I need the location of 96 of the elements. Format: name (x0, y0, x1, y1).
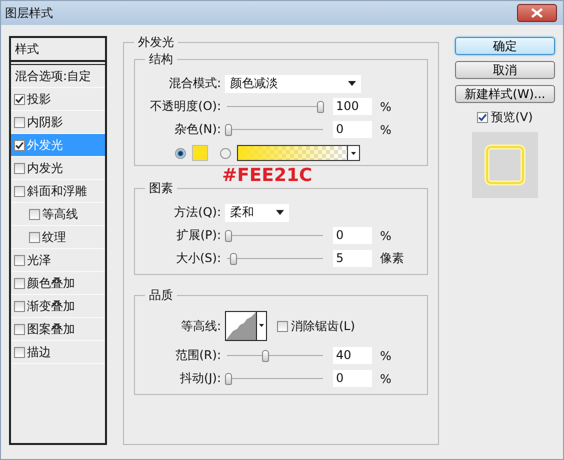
dialog-button[interactable]: 新建样式(W)... (455, 85, 555, 103)
checkbox-label: 预览(V) (491, 109, 533, 126)
value-field[interactable]: 5 (333, 250, 372, 267)
unit-label: % (380, 372, 392, 386)
value-field[interactable]: 0 (333, 227, 372, 244)
checkbox[interactable] (477, 112, 488, 123)
group-title: 外发光 (134, 34, 178, 51)
field-label: 范围(R): (174, 347, 222, 364)
style-label: 混合选项:自定 (15, 68, 92, 84)
checkbox[interactable] (14, 346, 25, 358)
slider[interactable] (225, 228, 325, 242)
checkbox[interactable] (29, 232, 40, 242)
style-label: 投影 (27, 90, 51, 108)
style-item[interactable]: 内发光 (11, 157, 105, 180)
close-button[interactable] (517, 4, 557, 22)
style-item[interactable]: 混合选项:自定 (11, 64, 105, 88)
field-label: 扩展(P): (175, 227, 222, 244)
unit-label: 像素 (380, 250, 404, 267)
section-title: 品质 (145, 287, 177, 304)
slider[interactable] (225, 252, 325, 266)
style-label: 内阴影 (27, 114, 63, 130)
field-label: 不透明度(O): (149, 98, 222, 115)
style-label: 内发光 (27, 160, 63, 176)
window-title: 图层样式 (5, 4, 53, 22)
style-item[interactable]: 描边 (11, 341, 105, 364)
slider-thumb[interactable] (225, 124, 232, 136)
style-item[interactable]: 投影 (11, 88, 105, 111)
unit-label: % (380, 348, 392, 362)
value-field[interactable]: 100 (333, 98, 372, 115)
contour-picker[interactable] (225, 311, 267, 341)
style-label: 描边 (27, 344, 51, 360)
checkbox[interactable] (14, 94, 25, 104)
value-field[interactable]: 0 (333, 121, 372, 138)
field-label: 等高线: (180, 318, 222, 334)
dropdown[interactable]: 柔和 (225, 204, 289, 222)
section-title: 图素 (145, 180, 177, 197)
style-item[interactable]: 等高线 (11, 203, 105, 226)
dropdown[interactable]: 颜色减淡 (225, 74, 361, 92)
style-label: 纹理 (42, 228, 66, 246)
value-field[interactable]: 40 (333, 347, 372, 364)
caret-icon (348, 81, 356, 86)
slider[interactable] (225, 122, 325, 136)
checkbox-label: 消除锯齿(L) (291, 318, 356, 334)
slider-thumb[interactable] (225, 230, 232, 242)
color-swatch[interactable] (192, 145, 208, 161)
unit-label: % (380, 122, 392, 136)
style-label: 颜色叠加 (27, 274, 75, 292)
style-label: 光泽 (27, 252, 51, 268)
field-label: 混合模式: (168, 75, 222, 92)
gradient-picker[interactable] (237, 145, 360, 161)
style-item[interactable]: 渐变叠加 (11, 295, 105, 318)
slider[interactable] (225, 372, 325, 386)
field-label: 杂色(N): (174, 121, 222, 138)
section-title: 结构 (145, 51, 177, 68)
unit-label: % (380, 228, 392, 242)
annotation: #FEE21C (222, 166, 312, 186)
radio-button[interactable] (175, 148, 186, 158)
style-item[interactable]: 光泽 (11, 249, 105, 272)
checkbox[interactable] (14, 116, 25, 128)
caret-icon (276, 210, 284, 215)
field-label: 抖动(J): (179, 370, 222, 387)
checkbox[interactable] (14, 162, 25, 174)
field-label: 方法(Q): (173, 204, 222, 221)
radio-button[interactable] (220, 148, 231, 158)
style-label: 斜面和浮雕 (27, 182, 87, 200)
slider[interactable] (225, 100, 325, 114)
checkbox[interactable] (14, 300, 25, 312)
slider-thumb[interactable] (225, 372, 232, 384)
style-item[interactable]: 图案叠加 (11, 318, 105, 341)
slider-thumb[interactable] (317, 100, 324, 112)
style-item[interactable]: 纹理 (11, 226, 105, 249)
preview-thumbnail (472, 132, 538, 198)
style-label: 外发光 (27, 136, 63, 154)
style-item[interactable]: 斜面和浮雕 (11, 180, 105, 203)
list-header: 样式 (11, 38, 105, 62)
field-label: 大小(S): (174, 250, 222, 267)
style-label: 渐变叠加 (27, 298, 75, 314)
checkbox[interactable] (14, 324, 25, 334)
close-icon (531, 8, 543, 18)
checkbox[interactable] (14, 278, 25, 288)
checkbox[interactable] (29, 208, 40, 220)
style-label: 图案叠加 (27, 320, 75, 338)
checkbox[interactable] (277, 320, 288, 332)
style-label: 等高线 (42, 206, 78, 222)
slider-thumb[interactable] (230, 252, 237, 264)
dialog-button[interactable]: 取消 (455, 61, 555, 79)
slider[interactable] (225, 348, 325, 362)
style-item[interactable]: 颜色叠加 (11, 272, 105, 295)
checkbox[interactable] (14, 254, 25, 266)
checkbox[interactable] (14, 140, 25, 150)
slider-thumb[interactable] (262, 350, 269, 362)
dialog-button[interactable]: 确定 (455, 37, 555, 55)
checkbox[interactable] (14, 186, 25, 196)
value-field[interactable]: 0 (333, 370, 372, 387)
caret-icon (347, 145, 360, 161)
unit-label: % (380, 100, 392, 114)
